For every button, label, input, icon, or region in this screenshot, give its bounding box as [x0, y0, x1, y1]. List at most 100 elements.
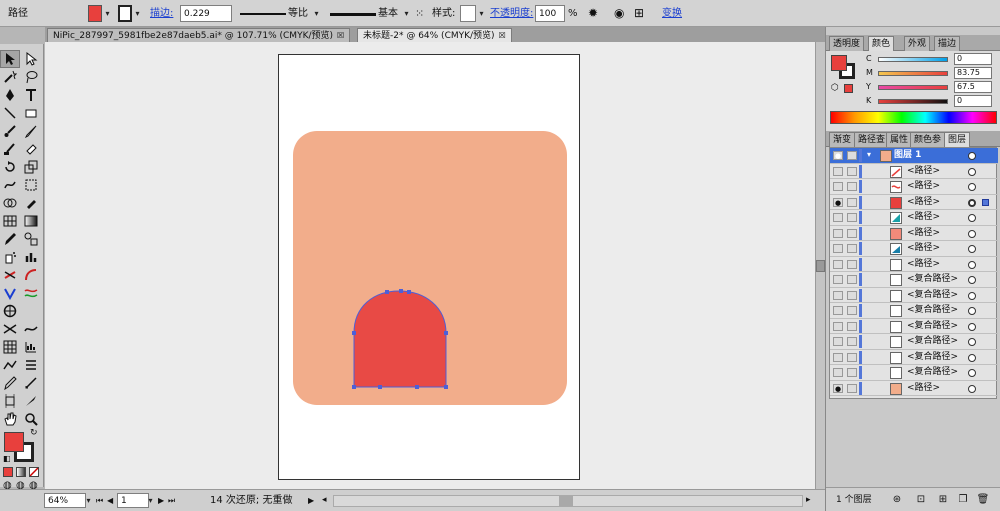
tab-untitled-2[interactable]: 未标题-2* @ 64% (CMYK/预览) ☒	[357, 28, 512, 42]
target-circle-icon[interactable]	[968, 384, 976, 393]
profile-dropdown-icon[interactable]: ▾	[312, 5, 321, 22]
eyedropper-tool-icon[interactable]	[0, 230, 20, 248]
slider-track[interactable]	[878, 71, 948, 76]
slider-c[interactable]: C 0	[866, 53, 998, 66]
selection-tool-icon[interactable]	[0, 50, 20, 68]
default-colors-icon[interactable]: ◧	[3, 454, 11, 463]
layer-row[interactable]: ● ▾ 图层 1	[830, 148, 998, 164]
arch-path[interactable]	[353, 290, 447, 388]
lock-toggle[interactable]	[847, 275, 857, 284]
scissors-red-icon[interactable]	[0, 266, 20, 284]
profile-label[interactable]: 等比	[288, 5, 308, 22]
fill-color-box-front[interactable]	[4, 432, 24, 452]
sublayer-row[interactable]: <复合路径>	[830, 272, 998, 288]
scroll-right-icon[interactable]: ▸	[806, 493, 811, 508]
anchor-point[interactable]	[407, 290, 411, 294]
sublayer-row[interactable]: <路径>	[830, 257, 998, 272]
stroke-weight-field[interactable]: 0.229	[180, 5, 232, 22]
anchor-point[interactable]	[352, 331, 356, 335]
zoom-field[interactable]: 64%	[44, 493, 86, 508]
column-graph-tool-icon[interactable]	[21, 248, 41, 266]
tab-layers[interactable]: 图层	[944, 132, 971, 147]
artboard[interactable]	[278, 54, 580, 480]
mesh-tool-icon[interactable]	[0, 212, 20, 230]
rotate-tool-icon[interactable]	[0, 158, 20, 176]
slider-m[interactable]: M 83.75	[866, 67, 998, 80]
sparkle-icon[interactable]: ✹	[588, 5, 598, 22]
warp-tool-icon[interactable]	[0, 176, 20, 194]
sublayer-name[interactable]: <复合路径>	[907, 366, 958, 379]
new-sublayer-icon[interactable]: ⊞	[936, 493, 950, 507]
stroke-dropdown-icon[interactable]: ▾	[133, 5, 142, 22]
visibility-eye-icon[interactable]	[833, 275, 843, 284]
target-circle-icon[interactable]	[968, 369, 976, 377]
slider-value-field[interactable]: 67.5	[954, 81, 992, 93]
width-tool-icon[interactable]	[0, 320, 20, 338]
sublayer-name[interactable]: <复合路径>	[907, 335, 958, 348]
sublayer-name[interactable]: <路径>	[907, 258, 940, 271]
grid-tool-icon[interactable]	[0, 338, 20, 356]
visibility-eye-icon[interactable]: ●	[833, 151, 843, 160]
visibility-eye-icon[interactable]: ●	[833, 197, 843, 207]
slider-value-field[interactable]: 0	[954, 53, 992, 65]
target-circle-icon[interactable]	[968, 338, 976, 346]
slider-k[interactable]: K 0	[866, 95, 998, 108]
zoom-tool-icon[interactable]	[21, 410, 41, 428]
knife-tool-icon[interactable]	[21, 392, 41, 410]
sublayer-name[interactable]: <复合路径>	[907, 351, 958, 364]
slider-track[interactable]	[878, 99, 948, 104]
scroll-thumb[interactable]	[816, 260, 825, 272]
slider-value-field[interactable]: 0	[954, 95, 992, 107]
style-dropdown-icon[interactable]: ▾	[477, 5, 486, 22]
canvas-area[interactable]	[45, 42, 815, 489]
swap-colors-icon[interactable]: ↻	[30, 428, 38, 438]
sublayer-row-selected[interactable]: ● <路径>	[830, 195, 998, 210]
artboard-tool-icon[interactable]	[0, 392, 20, 410]
slider-y[interactable]: Y 67.5	[866, 81, 998, 94]
next-artboard-icon[interactable]: ▶	[158, 493, 164, 508]
scroll-left-icon[interactable]: ◂	[322, 493, 327, 508]
expand-triangle-icon[interactable]: ▾	[867, 150, 871, 159]
measure-tool-icon[interactable]	[21, 374, 41, 392]
sublayer-name[interactable]: <路径>	[907, 227, 940, 240]
target-circle-icon[interactable]	[968, 229, 976, 238]
lock-toggle[interactable]	[847, 337, 857, 346]
close-icon[interactable]: ☒	[337, 31, 344, 40]
curvature-red-icon[interactable]	[21, 266, 41, 284]
stroke-color-swatch[interactable]	[118, 5, 132, 22]
slider-value-field[interactable]: 83.75	[954, 67, 992, 79]
prev-artboard-icon[interactable]: ◀	[107, 493, 113, 508]
lasso-tool-icon[interactable]	[21, 68, 41, 86]
target-circle-icon[interactable]	[968, 152, 976, 160]
lock-toggle[interactable]	[847, 244, 857, 253]
sublayer-name[interactable]: <路径>	[907, 165, 940, 178]
smooth-green-icon[interactable]	[21, 284, 41, 302]
tab-color-guide[interactable]: 颜色参	[910, 132, 946, 147]
anchor-point[interactable]	[385, 290, 389, 294]
lock-toggle[interactable]	[847, 259, 857, 269]
visibility-eye-icon[interactable]	[833, 337, 843, 346]
lock-toggle[interactable]	[847, 368, 857, 377]
target-circle-icon[interactable]	[968, 353, 976, 362]
tab-pathfinder[interactable]: 路径查	[854, 132, 890, 147]
eyedropper-2-icon[interactable]	[0, 374, 20, 392]
scale-tool-icon[interactable]	[21, 158, 41, 176]
sublayer-row[interactable]: <路径>	[830, 179, 998, 195]
lock-toggle[interactable]	[847, 383, 857, 393]
tab-appearance[interactable]: 外观	[904, 36, 931, 51]
sublayer-row[interactable]: <复合路径>	[830, 288, 998, 303]
first-artboard-icon[interactable]: ⏮	[96, 493, 103, 508]
sublayer-name[interactable]: <复合路径>	[907, 304, 958, 317]
shape-builder-tool-icon[interactable]	[0, 194, 20, 212]
visibility-eye-icon[interactable]	[833, 213, 843, 222]
visibility-eye-icon[interactable]	[833, 259, 843, 269]
slider-track[interactable]	[878, 57, 948, 62]
lock-toggle[interactable]	[847, 151, 857, 160]
horizontal-scrollbar[interactable]	[333, 495, 803, 507]
visibility-eye-icon[interactable]	[833, 244, 843, 253]
opacity-label[interactable]: 不透明度:	[490, 5, 533, 22]
tab-nipic[interactable]: NiPic_287997_5981fbe2e87daeb5.ai* @ 107.…	[47, 28, 351, 42]
visibility-eye-icon[interactable]	[833, 182, 843, 191]
out-of-gamut-icon[interactable]: ⬡	[831, 83, 839, 93]
fill-dropdown-icon[interactable]: ▾	[103, 5, 112, 22]
